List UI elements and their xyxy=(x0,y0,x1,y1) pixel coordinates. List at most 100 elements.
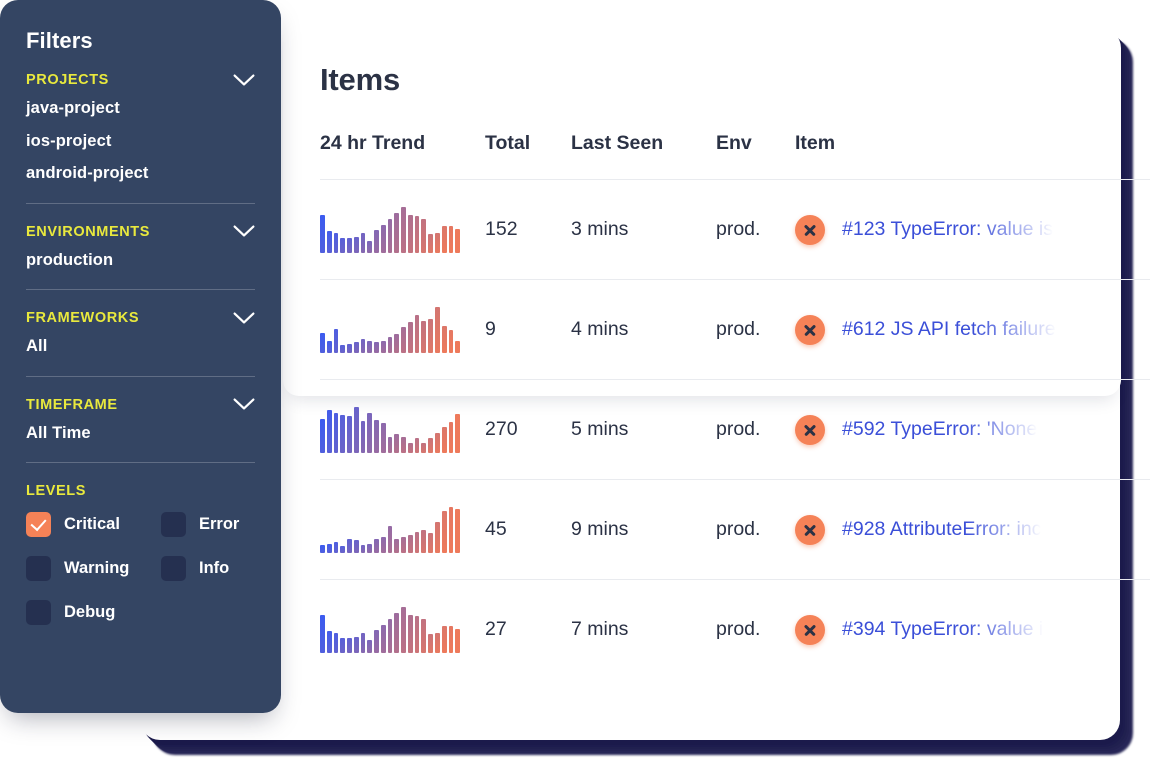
table-row[interactable]: 27 7 mins prod. #394 TypeError: value i xyxy=(320,580,1150,680)
filter-option-ios-project[interactable]: ios-project xyxy=(26,132,255,150)
checkbox-unchecked-icon[interactable] xyxy=(161,512,186,537)
trend-bar xyxy=(360,338,366,353)
trend-bar xyxy=(387,436,393,453)
trend-bar xyxy=(428,437,434,453)
item-cell: #928 AttributeError: inc xyxy=(795,479,1150,580)
error-x-icon[interactable] xyxy=(795,514,825,545)
levels-group-header: LEVELS xyxy=(26,483,255,499)
filter-option-android-project[interactable]: android-project xyxy=(26,165,255,182)
levels-group-title: LEVELS xyxy=(26,483,86,499)
trend-bar xyxy=(353,540,359,553)
trend-bar xyxy=(360,632,366,653)
trend-bar xyxy=(374,629,379,653)
trend-bar xyxy=(326,230,332,253)
level-label: Debug xyxy=(64,603,116,621)
trend-sparkline xyxy=(320,406,461,453)
trend-bar xyxy=(394,434,400,453)
total-cell: 45 xyxy=(485,479,571,580)
trend-bar xyxy=(428,532,434,553)
column-header-trend[interactable]: 24 hr Trend xyxy=(320,132,485,180)
item-cell: #612 JS API fetch failure xyxy=(795,279,1150,380)
trend-bar xyxy=(421,320,427,353)
last-seen-cell: 9 mins xyxy=(571,479,716,580)
trend-bar xyxy=(353,236,359,253)
filter-option-java-project[interactable]: java-project xyxy=(26,100,255,117)
last-seen-cell: 4 mins xyxy=(571,279,716,380)
column-header-item[interactable]: Item xyxy=(795,132,1150,180)
trend-bar xyxy=(374,229,379,253)
level-checkbox-error[interactable]: Error xyxy=(161,512,255,537)
page-title: Items xyxy=(320,62,400,97)
filter-group-header-environments[interactable]: ENVIRONMENTS xyxy=(26,224,255,240)
column-header-env[interactable]: Env xyxy=(716,132,795,180)
column-header-last-seen[interactable]: Last Seen xyxy=(571,132,716,180)
trend-bar xyxy=(435,306,440,353)
filter-group-title: FRAMEWORKS xyxy=(26,310,140,326)
error-x-icon[interactable] xyxy=(795,314,825,345)
column-header-total[interactable]: Total xyxy=(485,132,571,180)
trend-bar xyxy=(428,318,434,353)
trend-bar xyxy=(353,406,359,453)
checkbox-unchecked-icon[interactable] xyxy=(161,556,186,581)
chevron-down-icon[interactable] xyxy=(233,312,255,325)
item-link[interactable]: #612 JS API fetch failure xyxy=(842,318,1056,340)
trend-bar xyxy=(414,215,420,253)
env-cell: prod. xyxy=(716,379,795,480)
filter-option-all-time[interactable]: All Time xyxy=(26,424,255,442)
sidebar-divider xyxy=(26,375,255,377)
trend-bar xyxy=(448,625,454,653)
filter-group-header-projects[interactable]: PROJECTS xyxy=(26,72,255,88)
item-link[interactable]: #123 TypeError: value is xyxy=(842,218,1053,240)
level-checkbox-info[interactable]: Info xyxy=(161,556,255,581)
item-link[interactable]: #928 AttributeError: inc xyxy=(842,518,1041,540)
level-checkbox-debug[interactable]: Debug xyxy=(26,600,161,625)
table-row[interactable]: 152 3 mins prod. #123 TypeError: value is xyxy=(320,179,1150,280)
trend-bar xyxy=(340,637,346,653)
checkbox-checked-icon[interactable] xyxy=(26,512,51,537)
items-table: 24 hr Trend Total Last Seen Env Item 152… xyxy=(320,132,1150,679)
error-x-icon[interactable] xyxy=(795,214,825,245)
trend-bar xyxy=(367,639,373,653)
trend-bar xyxy=(394,212,400,253)
trend-bar xyxy=(340,545,346,553)
level-checkbox-warning[interactable]: Warning xyxy=(26,556,161,581)
item-link[interactable]: #592 TypeError: 'None xyxy=(842,418,1037,440)
trend-bar xyxy=(441,325,447,353)
checkbox-unchecked-icon[interactable] xyxy=(26,600,51,625)
trend-cell xyxy=(320,580,485,680)
checkbox-unchecked-icon[interactable] xyxy=(26,556,51,581)
table-row[interactable]: 94 mins prod. #612 JS API fetch failure xyxy=(320,279,1150,380)
item-link[interactable]: #394 TypeError: value i xyxy=(842,618,1043,640)
last-seen-cell: 7 mins xyxy=(571,618,629,640)
table-row[interactable]: 270 5 mins prod. #592 TypeError: 'None xyxy=(320,379,1150,480)
trend-bar xyxy=(414,615,420,653)
trend-bar xyxy=(387,218,393,253)
trend-bar xyxy=(380,423,386,453)
items-table-body: 152 3 mins prod. #123 TypeError: value is 9 4… xyxy=(320,179,1150,680)
trend-bar xyxy=(367,412,373,453)
chevron-down-icon[interactable] xyxy=(233,398,255,411)
filter-group-header-timeframe[interactable]: TIMEFRAME xyxy=(26,397,255,413)
last-seen-cell: 5 mins xyxy=(571,379,716,480)
trend-bar xyxy=(360,421,366,453)
error-x-icon[interactable] xyxy=(795,614,825,645)
last-seen-cell: 3 mins xyxy=(571,179,716,280)
trend-bar xyxy=(380,224,386,253)
trend-bar xyxy=(380,624,386,653)
chevron-down-icon[interactable] xyxy=(233,225,255,238)
filter-group-header-frameworks[interactable]: FRAMEWORKS xyxy=(26,310,255,326)
trend-bar xyxy=(455,340,461,353)
trend-bar xyxy=(441,510,447,553)
level-checkbox-critical[interactable]: Critical xyxy=(26,512,161,537)
trend-bar xyxy=(326,630,332,653)
chevron-down-icon[interactable] xyxy=(233,74,255,87)
error-x-icon[interactable] xyxy=(795,414,825,445)
trend-bar xyxy=(333,632,339,653)
trend-bar xyxy=(421,529,427,553)
trend-bar xyxy=(347,539,352,553)
filter-option-production[interactable]: production xyxy=(26,251,255,269)
filter-option-all[interactable]: All xyxy=(26,338,255,355)
trend-bar xyxy=(441,225,447,253)
total-cell: 9 xyxy=(485,279,571,380)
table-row[interactable]: 45 9 mins prod. #928 AttributeError: inc xyxy=(320,479,1150,580)
